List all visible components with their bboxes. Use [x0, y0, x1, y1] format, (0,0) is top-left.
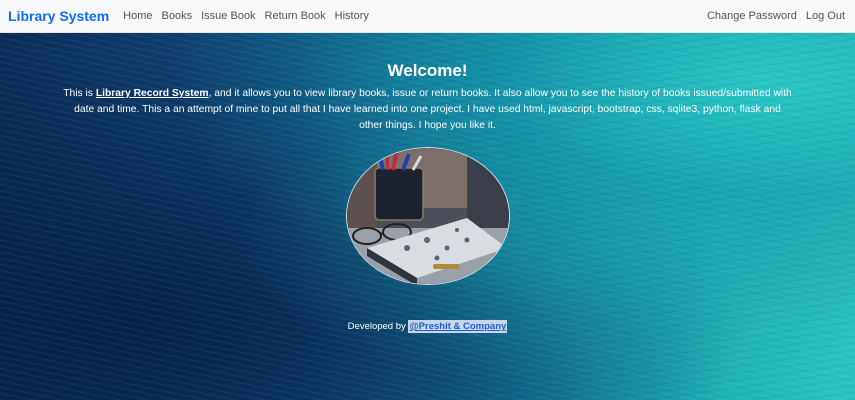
nav-links-right: Change Password Log Out — [707, 10, 847, 22]
nav-log-out[interactable]: Log Out — [806, 10, 845, 22]
desk-photo-illustration — [347, 148, 509, 284]
nav-return-book[interactable]: Return Book — [265, 10, 326, 22]
nav-home[interactable]: Home — [123, 10, 152, 22]
welcome-heading: Welcome! — [387, 61, 468, 80]
library-photo — [346, 147, 510, 285]
intro-highlight: Library Record System — [95, 88, 209, 99]
footer: Developed by @Preshit & Company — [0, 320, 855, 333]
footer-credit-link[interactable]: @Preshit & Company — [408, 320, 508, 333]
nav-links-left: Home Books Issue Book Return Book Histor… — [123, 10, 378, 22]
main-content: Welcome! This is Library Record System, … — [0, 33, 855, 400]
intro-prefix: This is — [63, 88, 96, 99]
footer-prefix: Developed by — [347, 321, 409, 332]
nav-history[interactable]: History — [335, 10, 369, 22]
nav-books[interactable]: Books — [162, 10, 193, 22]
intro-paragraph: This is Library Record System, and it al… — [62, 86, 793, 134]
navbar-brand[interactable]: Library System — [8, 8, 109, 24]
nav-issue-book[interactable]: Issue Book — [201, 10, 255, 22]
nav-change-password[interactable]: Change Password — [707, 10, 797, 22]
navbar: Library System Home Books Issue Book Ret… — [0, 0, 855, 33]
